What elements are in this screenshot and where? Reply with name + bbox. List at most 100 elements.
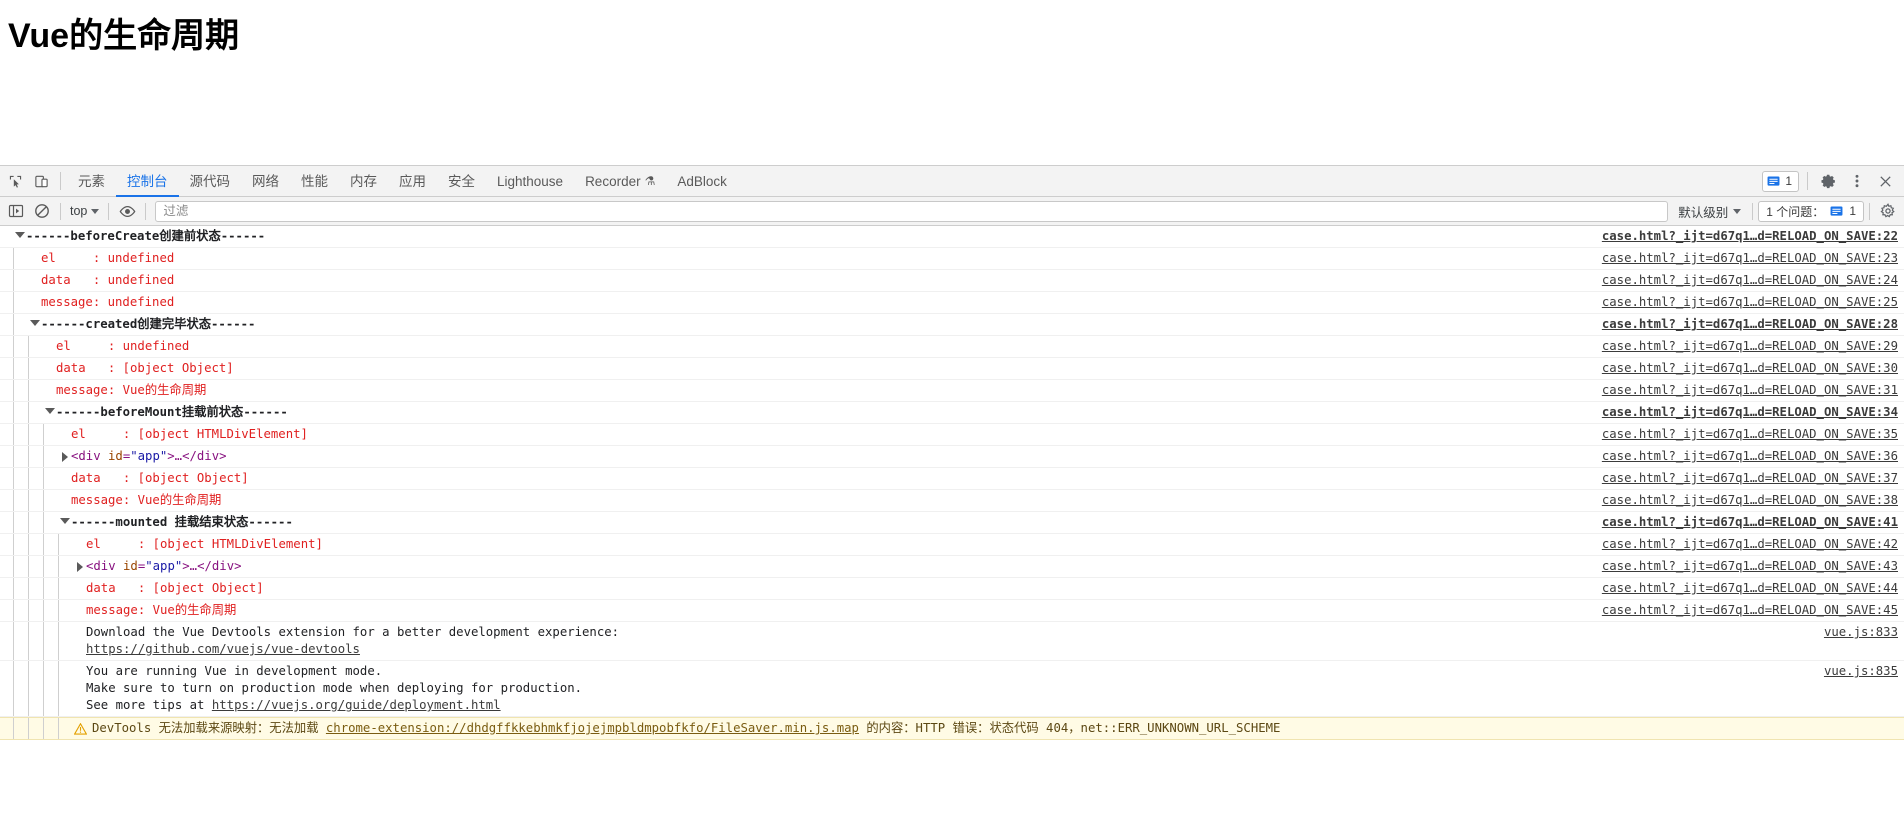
gear-icon[interactable]	[1875, 199, 1901, 223]
console-message-row[interactable]: DevTools 无法加载来源映射：无法加载 chrome-extension:…	[0, 717, 1904, 740]
inspect-cursor-icon[interactable]	[2, 168, 28, 194]
console-message-row[interactable]: el : [object HTMLDivElement] case.html?_i…	[0, 534, 1904, 556]
disclosure-triangle-down-icon[interactable]	[58, 512, 71, 524]
disclosure-spacer	[73, 661, 86, 667]
tab-label: Recorder	[585, 173, 641, 189]
tab-memory[interactable]: 内存	[339, 166, 388, 197]
filterbar-divider	[60, 202, 61, 220]
log-level-select[interactable]: 默认级别	[1672, 202, 1747, 221]
tab-recorder[interactable]: Recorder ⚗	[574, 166, 666, 197]
console-message-row[interactable]: data : [object Object] case.html?_ijt=d67…	[0, 468, 1904, 490]
tab-label: 内存	[350, 173, 377, 189]
console-dom-node: <div id="app">…</div>	[86, 559, 242, 573]
execution-context-select[interactable]: top	[66, 204, 103, 218]
disclosure-spacer	[43, 336, 56, 342]
devtools-panel: 元素 控制台 源代码 网络 性能 内存 应用 安全 Lighthouse Rec…	[0, 165, 1904, 838]
console-message-row[interactable]: el : undefined case.html?_ijt=d67q1…d=REL…	[0, 248, 1904, 270]
console-sidebar-icon[interactable]	[3, 199, 29, 223]
vue-devtools-tip: Download the Vue Devtools extension for …	[86, 625, 620, 656]
console-message-row[interactable]: ------beforeCreate创建前状态------ case.html?_…	[0, 226, 1904, 248]
tab-adblock[interactable]: AdBlock	[666, 166, 738, 197]
disclosure-triangle-down-icon[interactable]	[28, 314, 41, 326]
console-source-link[interactable]: case.html?_ijt=d67q1…d=RELOAD_ON_SAVE:41	[1602, 512, 1898, 533]
disclosure-spacer	[73, 600, 86, 606]
console-message-row[interactable]: message: Vue的生命周期 case.html?_ijt=d67q1…d=…	[0, 490, 1904, 512]
console-source-link[interactable]: case.html?_ijt=d67q1…d=RELOAD_ON_SAVE:31	[1602, 380, 1898, 401]
console-group-title: ------beforeCreate创建前状态------	[26, 229, 266, 243]
console-source-link[interactable]: case.html?_ijt=d67q1…d=RELOAD_ON_SAVE:42	[1602, 534, 1898, 555]
console-message-row[interactable]: data : undefined case.html?_ijt=d67q1…d=R…	[0, 270, 1904, 292]
console-source-link[interactable]: case.html?_ijt=d67q1…d=RELOAD_ON_SAVE:45	[1602, 600, 1898, 621]
issues-button[interactable]: 1 个问题： 1	[1758, 200, 1864, 222]
console-message-row[interactable]: ------created创建完毕状态------ case.html?_ijt=…	[0, 314, 1904, 336]
console-source-link[interactable]: case.html?_ijt=d67q1…d=RELOAD_ON_SAVE:38	[1602, 490, 1898, 511]
flask-icon: ⚗	[644, 173, 656, 188]
disclosure-triangle-down-icon[interactable]	[13, 226, 26, 238]
console-source-link[interactable]: case.html?_ijt=d67q1…d=RELOAD_ON_SAVE:36	[1602, 446, 1898, 467]
toolbar-divider	[1807, 172, 1808, 190]
console-source-link[interactable]: case.html?_ijt=d67q1…d=RELOAD_ON_SAVE:24	[1602, 270, 1898, 291]
console-message-row[interactable]: ------mounted 挂载结束状态------ case.html?_ijt…	[0, 512, 1904, 534]
tab-label: 应用	[399, 173, 426, 189]
clear-console-icon[interactable]	[29, 199, 55, 223]
disclosure-triangle-down-icon[interactable]	[43, 402, 56, 414]
tab-network[interactable]: 网络	[241, 166, 290, 197]
console-message-row[interactable]: Download the Vue Devtools extension for …	[0, 622, 1904, 661]
disclosure-spacer	[43, 358, 56, 364]
console-message-row[interactable]: el : [object HTMLDivElement] case.html?_i…	[0, 424, 1904, 446]
vue-devtools-link[interactable]: https://github.com/vuejs/vue-devtools	[86, 642, 360, 656]
tab-console[interactable]: 控制台	[116, 166, 179, 197]
console-source-link[interactable]: case.html?_ijt=d67q1…d=RELOAD_ON_SAVE:29	[1602, 336, 1898, 357]
console-source-link[interactable]: case.html?_ijt=d67q1…d=RELOAD_ON_SAVE:23	[1602, 248, 1898, 269]
console-source-link[interactable]: case.html?_ijt=d67q1…d=RELOAD_ON_SAVE:22	[1602, 226, 1898, 247]
tab-application[interactable]: 应用	[388, 166, 437, 197]
vue-deployment-guide-link[interactable]: https://vuejs.org/guide/deployment.html	[212, 698, 501, 712]
issues-count: 1	[1849, 204, 1856, 218]
tab-sources[interactable]: 源代码	[179, 166, 242, 197]
tab-security[interactable]: 安全	[437, 166, 486, 197]
more-vertical-icon[interactable]	[1844, 168, 1870, 194]
console-message-row[interactable]: <div id="app">…</div> case.html?_ijt=d67q…	[0, 446, 1904, 468]
source-map-url-link[interactable]: chrome-extension://dhdgffkkebhmkfjojejmp…	[326, 721, 859, 735]
disclosure-triangle-right-icon[interactable]	[73, 556, 86, 572]
console-message-row[interactable]: <div id="app">…</div> case.html?_ijt=d67q…	[0, 556, 1904, 578]
console-message-list[interactable]: ------beforeCreate创建前状态------ case.html?_…	[0, 226, 1904, 837]
console-source-link[interactable]: case.html?_ijt=d67q1…d=RELOAD_ON_SAVE:34	[1602, 402, 1898, 423]
console-message-row[interactable]: data : [object Object] case.html?_ijt=d67…	[0, 358, 1904, 380]
console-source-link[interactable]: case.html?_ijt=d67q1…d=RELOAD_ON_SAVE:37	[1602, 468, 1898, 489]
source-map-warning-text: DevTools 无法加载来源映射：无法加载 chrome-extension:…	[92, 721, 1281, 735]
console-source-link[interactable]: case.html?_ijt=d67q1…d=RELOAD_ON_SAVE:43	[1602, 556, 1898, 577]
console-source-link[interactable]: case.html?_ijt=d67q1…d=RELOAD_ON_SAVE:30	[1602, 358, 1898, 379]
gear-icon[interactable]	[1816, 168, 1842, 194]
console-source-link[interactable]: case.html?_ijt=d67q1…d=RELOAD_ON_SAVE:25	[1602, 292, 1898, 313]
console-source-link[interactable]: case.html?_ijt=d67q1…d=RELOAD_ON_SAVE:44	[1602, 578, 1898, 599]
filter-input[interactable]	[155, 200, 1669, 222]
console-message-row[interactable]: You are running Vue in development mode.…	[0, 661, 1904, 717]
console-message-row[interactable]: message: Vue的生命周期 case.html?_ijt=d67q1…d=…	[0, 380, 1904, 402]
close-icon[interactable]	[1872, 168, 1898, 194]
console-source-link[interactable]: vue.js:835	[1824, 661, 1898, 682]
console-error-text: data : [object Object]	[86, 581, 264, 595]
console-source-link[interactable]: vue.js:833	[1824, 622, 1898, 643]
tab-elements[interactable]: 元素	[67, 166, 116, 197]
tab-performance[interactable]: 性能	[290, 166, 339, 197]
disclosure-triangle-right-icon[interactable]	[58, 446, 71, 462]
console-source-link[interactable]: case.html?_ijt=d67q1…d=RELOAD_ON_SAVE:28	[1602, 314, 1898, 335]
console-message-row[interactable]: ------beforeMount挂载前状态------ case.html?_i…	[0, 402, 1904, 424]
console-message-row[interactable]: message: undefined case.html?_ijt=d67q1…d…	[0, 292, 1904, 314]
web-page-content: Vue的生命周期	[0, 0, 1904, 165]
console-error-text: message: Vue的生命周期	[56, 383, 207, 397]
vue-dev-mode-tip: You are running Vue in development mode.…	[86, 664, 583, 712]
tab-lighthouse[interactable]: Lighthouse	[486, 166, 574, 197]
console-message-row[interactable]: data : [object Object] case.html?_ijt=d67…	[0, 578, 1904, 600]
log-level-value: 默认级别	[1678, 205, 1729, 220]
message-count-button[interactable]: 1	[1762, 170, 1799, 192]
disclosure-spacer	[73, 578, 86, 584]
console-error-text: message: undefined	[41, 295, 175, 309]
device-toggle-icon[interactable]	[28, 168, 54, 194]
console-error-text: data : [object Object]	[56, 361, 234, 375]
live-expression-eye-icon[interactable]	[114, 199, 140, 223]
console-message-row[interactable]: message: Vue的生命周期 case.html?_ijt=d67q1…d=…	[0, 600, 1904, 622]
console-message-row[interactable]: el : undefined case.html?_ijt=d67q1…d=REL…	[0, 336, 1904, 358]
console-source-link[interactable]: case.html?_ijt=d67q1…d=RELOAD_ON_SAVE:35	[1602, 424, 1898, 445]
